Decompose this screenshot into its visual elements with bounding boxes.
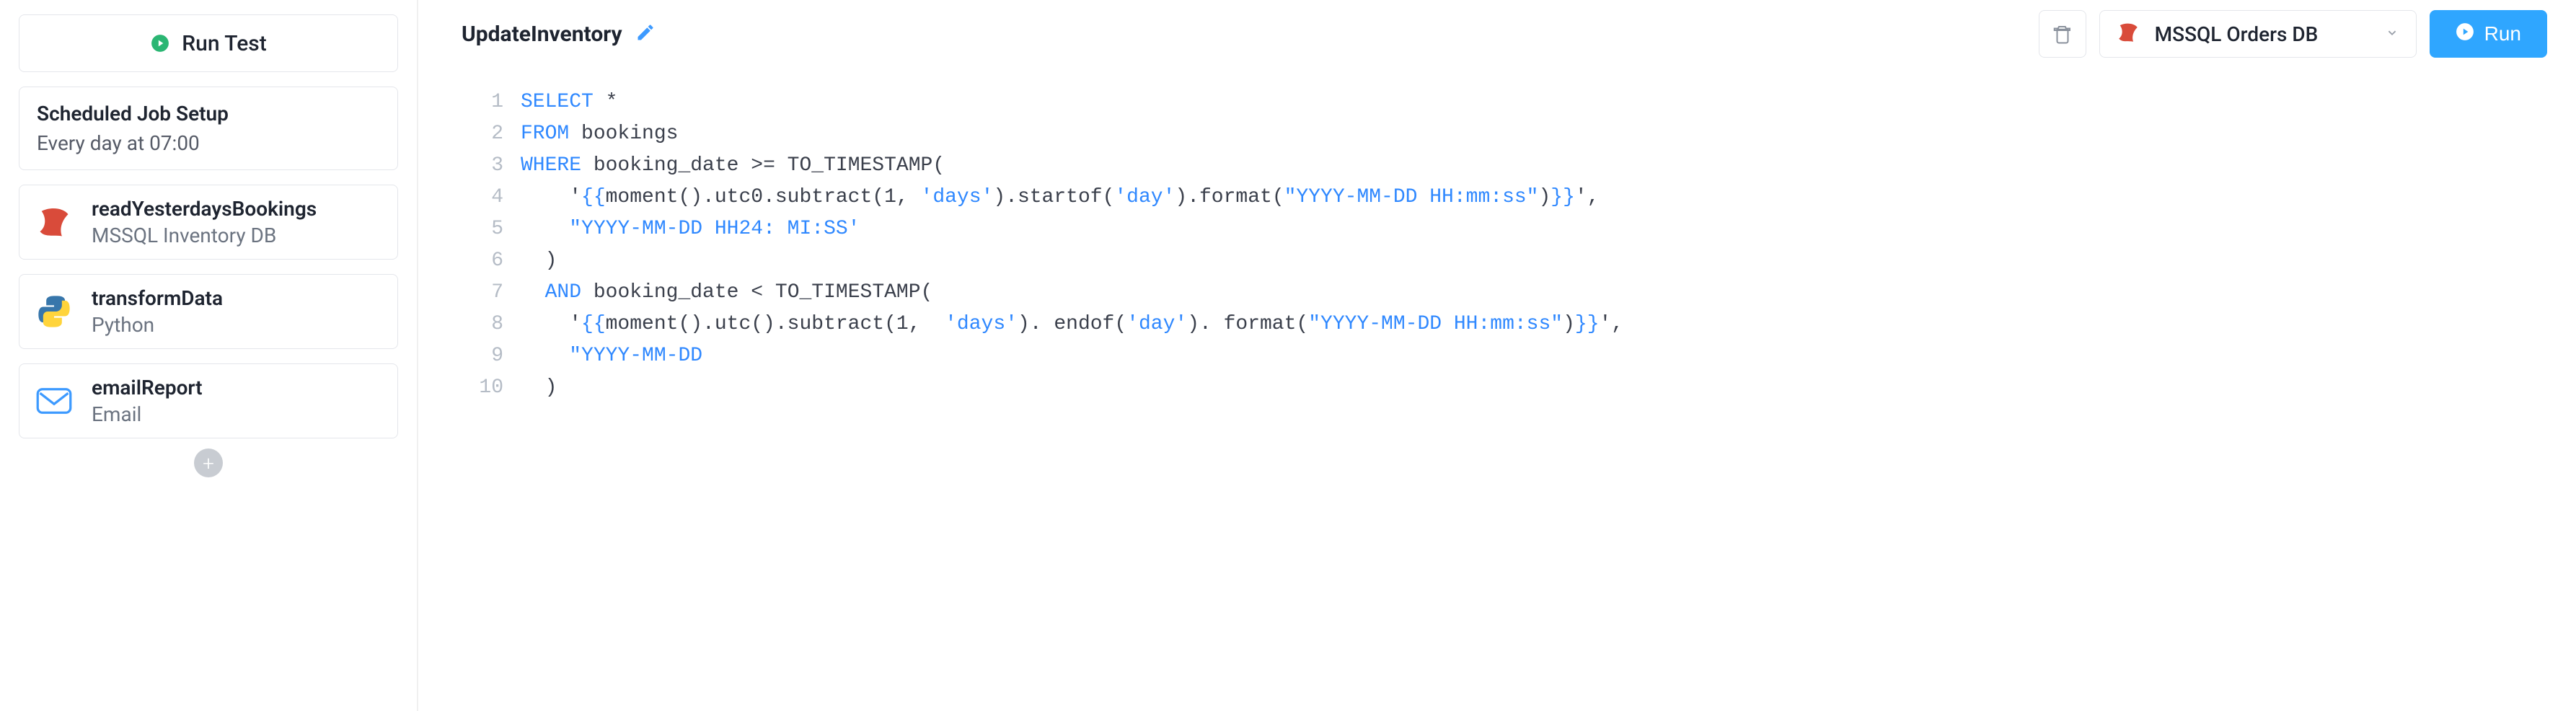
topbar: UpdateInventory MSSQL Orders DB bbox=[462, 10, 2547, 58]
mssql-icon bbox=[2116, 20, 2140, 48]
step-name: transformData bbox=[92, 286, 223, 310]
datasource-select[interactable]: MSSQL Orders DB bbox=[2099, 10, 2417, 58]
python-icon bbox=[34, 291, 74, 332]
step-transformdata[interactable]: transformData Python bbox=[19, 274, 398, 349]
step-readyesterdaysbookings[interactable]: readYesterdaysBookings MSSQL Inventory D… bbox=[19, 185, 398, 260]
step-name: readYesterdaysBookings bbox=[92, 197, 317, 221]
plus-icon: + bbox=[203, 451, 214, 475]
step-emailreport[interactable]: emailReport Email bbox=[19, 363, 398, 438]
step-name: emailReport bbox=[92, 376, 203, 399]
step-subtitle: Python bbox=[92, 313, 223, 337]
scheduled-job-card[interactable]: Scheduled Job Setup Every day at 07:00 bbox=[19, 87, 398, 170]
play-icon bbox=[2456, 22, 2474, 46]
scheduled-job-schedule: Every day at 07:00 bbox=[37, 131, 380, 155]
mssql-icon bbox=[34, 202, 74, 242]
email-icon bbox=[34, 381, 74, 421]
scheduled-job-title: Scheduled Job Setup bbox=[37, 102, 380, 125]
code-body[interactable]: SELECT *FROM bookingsWHERE booking_date … bbox=[521, 87, 2547, 404]
delete-button[interactable] bbox=[2039, 10, 2086, 58]
edit-icon[interactable] bbox=[635, 22, 656, 45]
run-test-button[interactable]: Run Test bbox=[19, 14, 398, 72]
sidebar: Run Test Scheduled Job Setup Every day a… bbox=[0, 0, 418, 711]
page-title: UpdateInventory bbox=[462, 22, 622, 47]
code-editor[interactable]: 12345678910 SELECT *FROM bookingsWHERE b… bbox=[462, 87, 2547, 404]
trash-icon bbox=[2052, 23, 2073, 45]
step-subtitle: Email bbox=[92, 402, 203, 426]
play-icon bbox=[150, 33, 170, 53]
datasource-label: MSSQL Orders DB bbox=[2155, 22, 2370, 46]
add-step-button[interactable]: + bbox=[194, 449, 223, 477]
main-panel: UpdateInventory MSSQL Orders DB bbox=[418, 0, 2576, 711]
run-test-label: Run Test bbox=[182, 31, 266, 56]
run-label: Run bbox=[2484, 22, 2521, 45]
step-subtitle: MSSQL Inventory DB bbox=[92, 224, 317, 247]
line-gutter: 12345678910 bbox=[462, 87, 521, 404]
chevron-down-icon bbox=[2384, 25, 2400, 43]
run-button[interactable]: Run bbox=[2430, 10, 2547, 58]
